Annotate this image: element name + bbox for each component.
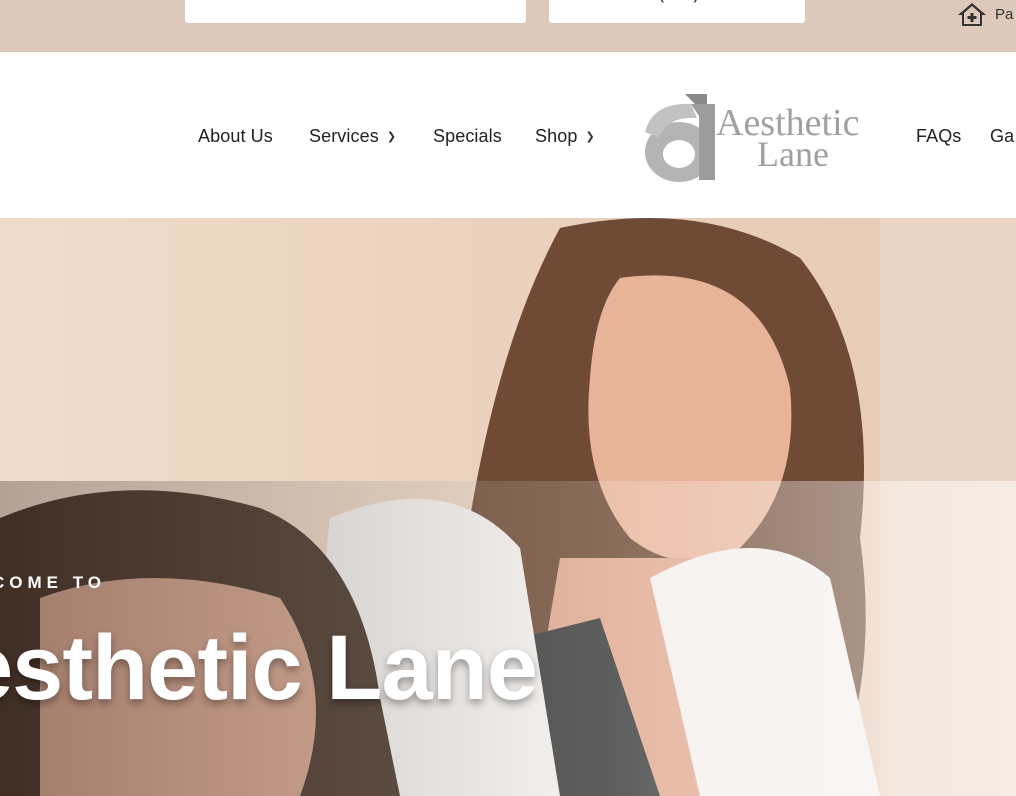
nav-about-us[interactable]: About Us <box>198 125 273 147</box>
home-plus-icon <box>958 3 986 26</box>
nav-services-label: Services <box>309 126 379 146</box>
nav-services[interactable]: Services ❯ <box>309 125 396 148</box>
logo-line-2: Lane <box>757 134 829 174</box>
patient-link[interactable]: Pa <box>957 0 1013 28</box>
hero-section: COME TO esthetic Lane <box>0 218 1016 796</box>
schedule-consultation-button[interactable]: SCHEDULE A FREE CONSULTATION <box>185 0 526 23</box>
patient-link-label: Pa <box>995 5 1014 23</box>
chevron-down-icon: ❯ <box>386 131 397 143</box>
nav-shop[interactable]: Shop ❯ <box>535 125 595 148</box>
call-us-button[interactable]: CALL US: (407) 537-5705 <box>549 0 805 23</box>
nav-faqs-label: FAQs <box>916 126 962 146</box>
aesthetic-lane-logo: Aesthetic Lane <box>645 94 860 182</box>
nav-shop-label: Shop <box>535 126 578 146</box>
site-logo[interactable]: Aesthetic Lane <box>643 92 883 184</box>
nav-gallery[interactable]: Ga <box>990 125 1014 147</box>
nav-about-us-label: About Us <box>198 126 273 146</box>
nav-specials-label: Specials <box>433 126 502 146</box>
hero-eyebrow: COME TO <box>0 573 107 592</box>
main-nav: About Us Services ❯ Specials Shop ❯ Aesthe… <box>0 52 1016 218</box>
chevron-down-icon: ❯ <box>585 131 595 143</box>
top-bar: SCHEDULE A FREE CONSULTATION CALL US: (4… <box>0 0 1016 52</box>
nav-specials[interactable]: Specials <box>433 125 502 147</box>
nav-faqs[interactable]: FAQs <box>916 125 961 147</box>
hero-headline: esthetic Lane <box>0 617 538 719</box>
nav-gallery-label: Ga <box>990 126 1015 146</box>
